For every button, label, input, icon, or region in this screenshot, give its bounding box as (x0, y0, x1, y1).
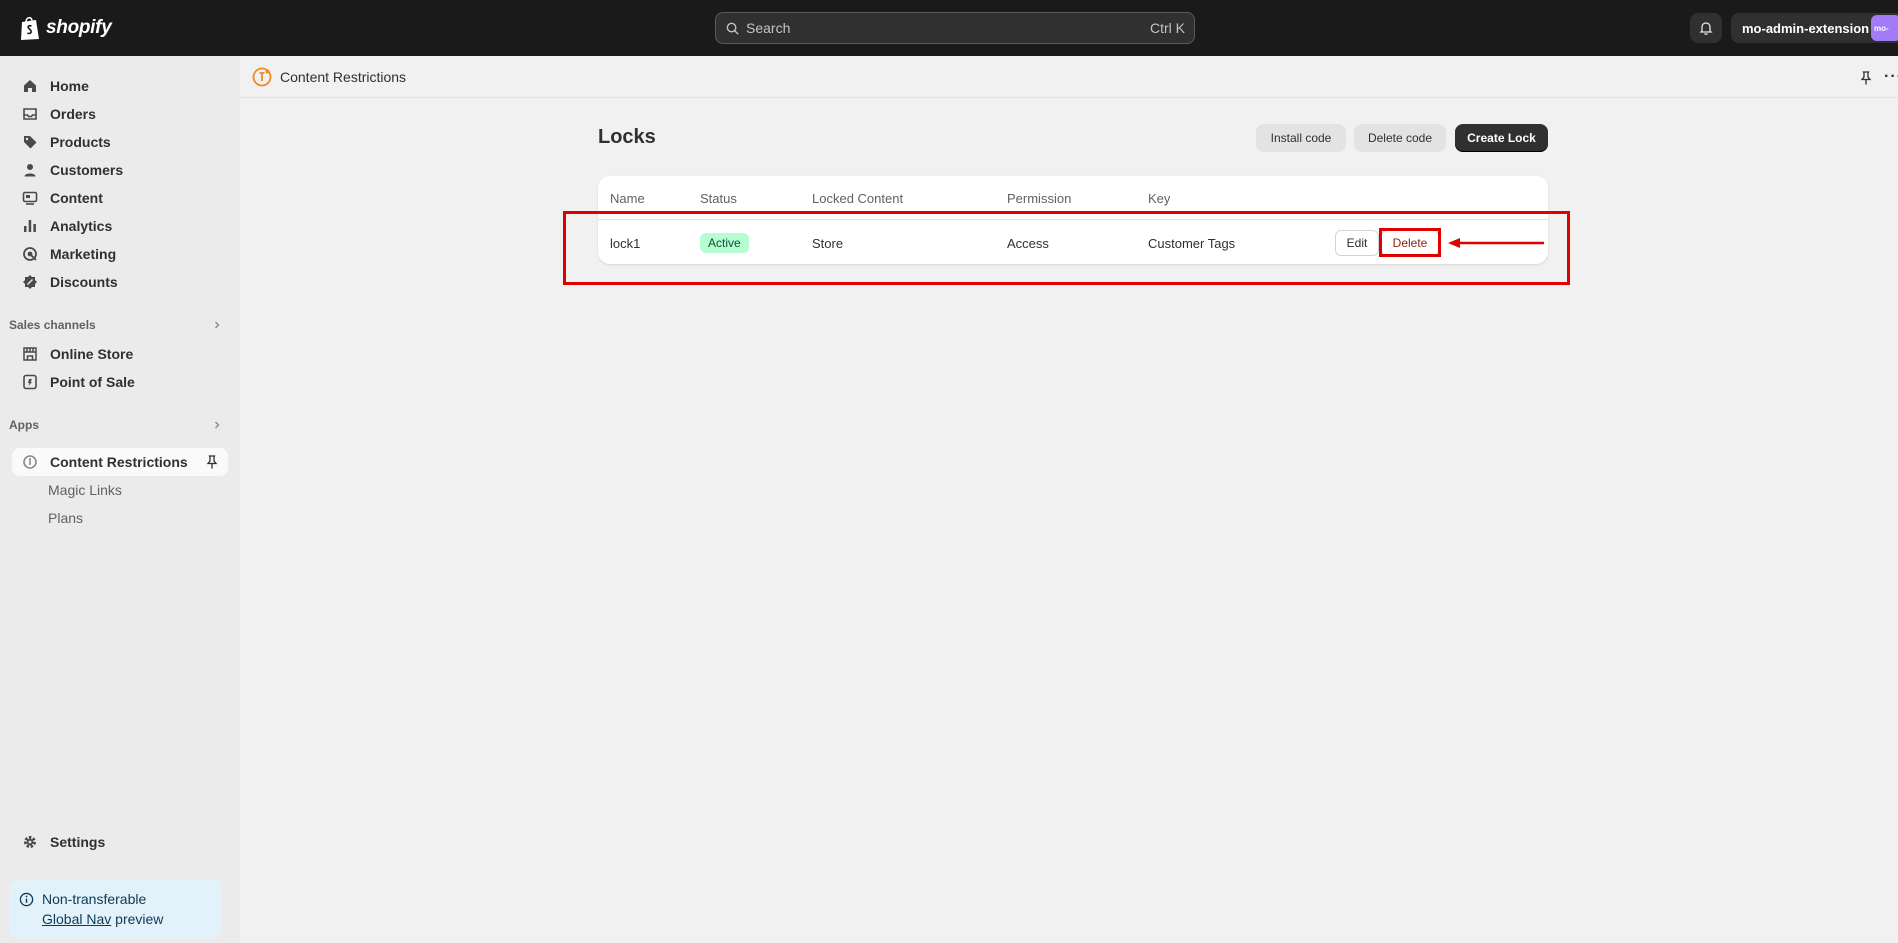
target-icon (23, 247, 37, 261)
more-actions-icon[interactable]: ··· (1884, 68, 1898, 86)
arrow-annotation-icon (1448, 238, 1544, 248)
sidebar-item-online-store[interactable]: Online Store (12, 340, 228, 368)
content-icon (22, 191, 38, 205)
apps-label: Apps (9, 418, 39, 432)
search-icon (726, 22, 739, 35)
search-bar[interactable]: Search Ctrl K (715, 12, 1195, 44)
search-shortcut: Ctrl K (1150, 20, 1185, 36)
sidebar-subitem-plans[interactable]: Plans (48, 506, 83, 530)
shopify-logo[interactable]: shopify (19, 15, 112, 41)
sidebar: Home Orders Products Customers Content A… (0, 56, 240, 943)
bell-icon (1699, 22, 1713, 35)
apps-header[interactable]: Apps (9, 415, 225, 435)
sidebar-item-label: Discounts (50, 274, 118, 290)
sidebar-item-label: Home (50, 78, 89, 94)
person-icon (24, 164, 36, 177)
sidebar-item-discounts[interactable]: Discounts (12, 268, 228, 296)
column-header-key: Key (1148, 191, 1171, 206)
bar-chart-icon (24, 220, 36, 232)
sidebar-item-label: Orders (50, 106, 96, 122)
column-header-name: Name (610, 191, 645, 206)
delete-highlight-annotation (1379, 228, 1441, 257)
sidebar-item-label: Settings (50, 834, 106, 850)
page-title: Locks (598, 126, 656, 148)
home-icon (24, 80, 36, 92)
search-placeholder: Search (746, 20, 791, 36)
notice-preview-text: preview (111, 911, 164, 927)
pin-icon[interactable] (204, 454, 220, 470)
sidebar-item-label: Online Store (50, 346, 134, 362)
content-restrictions-logo-icon (252, 67, 272, 87)
sidebar-item-label: Content Restrictions (50, 454, 188, 470)
shopify-bag-icon (21, 16, 39, 40)
app-title: Content Restrictions (280, 69, 407, 85)
sidebar-item-home[interactable]: Home (12, 72, 228, 100)
sales-channels-label: Sales channels (9, 318, 96, 332)
logo-text: shopify (46, 17, 112, 38)
sidebar-item-label: Customers (50, 162, 124, 178)
create-lock-button[interactable]: Create Lock (1455, 124, 1548, 152)
sidebar-item-settings[interactable]: Settings (12, 828, 228, 856)
sidebar-item-marketing[interactable]: Marketing (12, 240, 228, 268)
sidebar-item-content[interactable]: Content (12, 184, 228, 212)
sidebar-item-label: Products (50, 134, 111, 150)
column-header-permission: Permission (1007, 191, 1072, 206)
app-header: Content Restrictions ··· (240, 56, 1898, 98)
pos-icon (23, 374, 37, 390)
column-header-status: Status (700, 191, 737, 206)
store-avatar: mo- (1871, 15, 1898, 41)
sidebar-item-point-of-sale[interactable]: Point of Sale (12, 368, 228, 396)
delete-code-button[interactable]: Delete code (1354, 124, 1446, 152)
sidebar-item-label: Analytics (50, 218, 113, 234)
sidebar-subitem-magic-links[interactable]: Magic Links (48, 478, 122, 502)
sidebar-item-label: Marketing (50, 246, 117, 262)
sidebar-item-products[interactable]: Products (12, 128, 228, 156)
tag-icon (24, 136, 37, 149)
notice-line-1: Non-transferable (42, 891, 147, 907)
store-menu-button[interactable]: mo-admin-extension mo- (1731, 13, 1898, 43)
notifications-button[interactable] (1690, 13, 1722, 43)
content-restrictions-app-icon (23, 455, 37, 469)
chevron-right-icon (215, 421, 220, 429)
sidebar-item-orders[interactable]: Orders (12, 100, 228, 128)
install-code-button[interactable]: Install code (1256, 124, 1346, 152)
top-bar: shopify Search Ctrl K mo-admin-extension… (0, 0, 1898, 56)
sidebar-item-analytics[interactable]: Analytics (12, 212, 228, 240)
column-header-locked-content: Locked Content (812, 191, 904, 206)
gear-icon (24, 836, 36, 848)
info-icon (19, 892, 34, 907)
global-nav-notice: Non-transferable Global Nav preview (9, 880, 221, 938)
pin-icon[interactable] (1858, 70, 1874, 86)
orders-icon (23, 108, 37, 120)
sidebar-item-customers[interactable]: Customers (12, 156, 228, 184)
discount-icon (23, 275, 37, 289)
notice-line-2: Global Nav preview (42, 909, 211, 929)
chevron-right-icon (215, 321, 220, 329)
sales-channels-header[interactable]: Sales channels (9, 315, 225, 335)
store-name: mo-admin-extension (1742, 20, 1870, 36)
global-nav-link[interactable]: Global Nav (42, 911, 111, 927)
storefront-icon (23, 347, 37, 361)
sidebar-item-label: Point of Sale (50, 374, 135, 390)
sidebar-item-label: Content (50, 190, 103, 206)
sidebar-item-content-restrictions[interactable]: Content Restrictions (12, 448, 228, 476)
